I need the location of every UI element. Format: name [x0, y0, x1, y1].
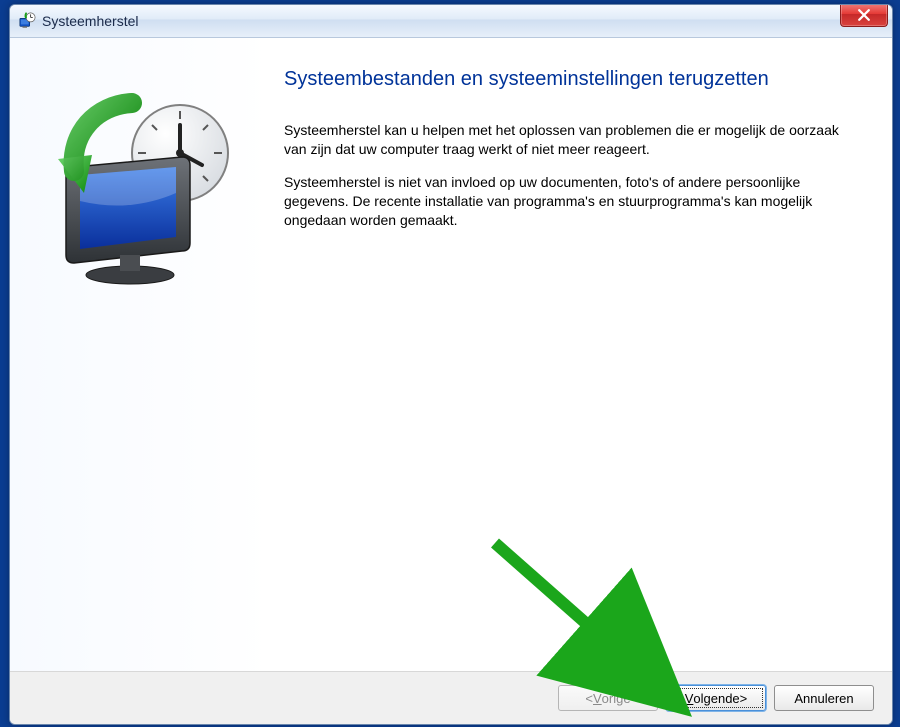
- close-button[interactable]: [840, 4, 888, 27]
- system-restore-window: Systeemherstel: [9, 4, 893, 725]
- intro-paragraph-2: Systeemherstel is niet van invloed op uw…: [284, 173, 862, 230]
- system-restore-icon: [18, 12, 36, 30]
- close-icon: [858, 9, 870, 21]
- wizard-footer: < Vorige Volgende > Annuleren: [10, 671, 892, 724]
- cancel-button[interactable]: Annuleren: [774, 685, 874, 711]
- title-bar[interactable]: Systeemherstel: [10, 5, 892, 38]
- main-panel: Systeembestanden en systeeminstellingen …: [270, 38, 892, 671]
- back-button: < Vorige: [558, 685, 658, 711]
- page-heading: Systeembestanden en systeeminstellingen …: [284, 66, 862, 93]
- intro-paragraph-1: Systeemherstel kan u helpen met het oplo…: [284, 121, 862, 159]
- system-restore-illustration-icon: [40, 93, 240, 293]
- content-area: Systeembestanden en systeeminstellingen …: [10, 38, 892, 671]
- desktop-background: Systeemherstel: [0, 0, 900, 727]
- next-button[interactable]: Volgende >: [666, 685, 766, 711]
- side-panel: [10, 38, 270, 671]
- window-title: Systeemherstel: [42, 13, 138, 29]
